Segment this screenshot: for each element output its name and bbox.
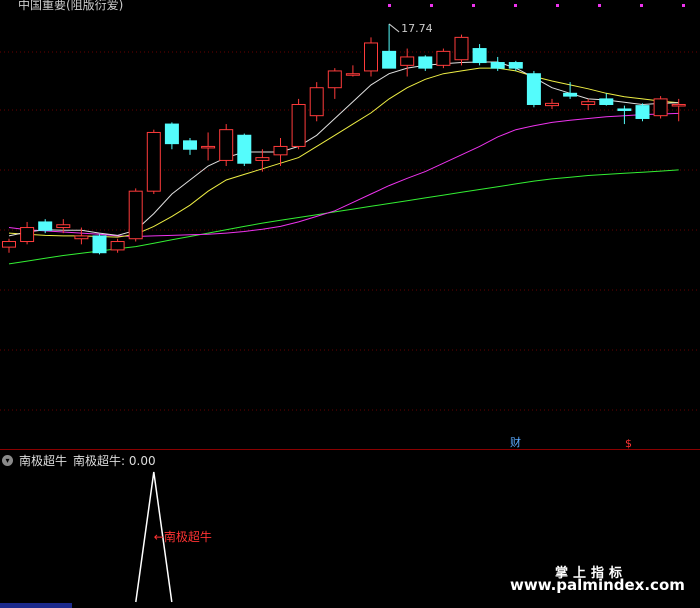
candlestick-chart: 17.74 财 $ [0, 4, 700, 450]
header-dot [640, 4, 643, 7]
candle-down [382, 50, 397, 69]
indicator-title: 南极超牛 [19, 453, 68, 468]
header-dot [430, 4, 433, 7]
candle-down [237, 134, 252, 164]
indicator-header: ▾ 南极超牛 南极超牛: 0.00 [2, 452, 156, 468]
watermark-url: www.palmindex.com [510, 576, 685, 594]
candle-down [92, 235, 107, 254]
candle-up [345, 73, 360, 76]
ma20-line [8, 112, 679, 238]
high-marker-line [388, 23, 400, 33]
candle-down [418, 56, 433, 69]
candle-up [201, 145, 216, 149]
header-dot [514, 4, 517, 7]
candle-down [617, 108, 632, 111]
header-dot [472, 4, 475, 7]
candle-up [128, 190, 143, 240]
candle-up [545, 102, 559, 107]
ma10-line [8, 67, 679, 238]
candle-up [581, 101, 596, 105]
candle-up [146, 131, 161, 192]
candle-up [653, 98, 668, 117]
candle-up [74, 235, 89, 240]
header-dot [682, 4, 685, 7]
candle-up [2, 241, 16, 248]
candle-down [508, 62, 523, 69]
candle-down [490, 62, 505, 69]
candle-up [56, 224, 71, 229]
candle-up [436, 50, 451, 66]
candle-down [563, 92, 578, 97]
candle-up [20, 227, 35, 243]
candle-up [364, 42, 378, 72]
candle-down [472, 48, 487, 64]
header-dot [598, 4, 601, 7]
candle-up [219, 129, 234, 161]
finance-marker: 财 [510, 435, 521, 449]
dividend-marker: $ [625, 437, 632, 450]
candle-up [110, 241, 125, 251]
collapse-icon[interactable]: ▾ [2, 454, 13, 466]
candle-down [164, 123, 179, 145]
header-dot [556, 4, 559, 7]
scroll-bar[interactable] [0, 603, 72, 608]
candle-down [599, 98, 614, 105]
candle-down [635, 105, 650, 119]
high-price-label: 17.74 [401, 22, 433, 35]
signal-label: ←南极超牛 [154, 529, 212, 544]
ma5-line [8, 61, 679, 237]
candle-up [255, 157, 270, 161]
candle-down [183, 140, 197, 150]
candle-up [309, 87, 324, 117]
candle-up [291, 103, 306, 147]
candle-up [327, 70, 342, 89]
candle-up [454, 36, 469, 61]
indicator-value: 南极超牛: 0.00 [73, 453, 156, 468]
chart-header-title: 中国重要(阻版衍爱) [18, 0, 124, 12]
candle-down [526, 73, 541, 105]
ma60-line [8, 169, 679, 265]
candle-up [273, 145, 288, 156]
header-dot [388, 4, 391, 7]
candle-down [38, 221, 53, 231]
candle-up [400, 56, 415, 66]
candle-up [671, 103, 686, 107]
